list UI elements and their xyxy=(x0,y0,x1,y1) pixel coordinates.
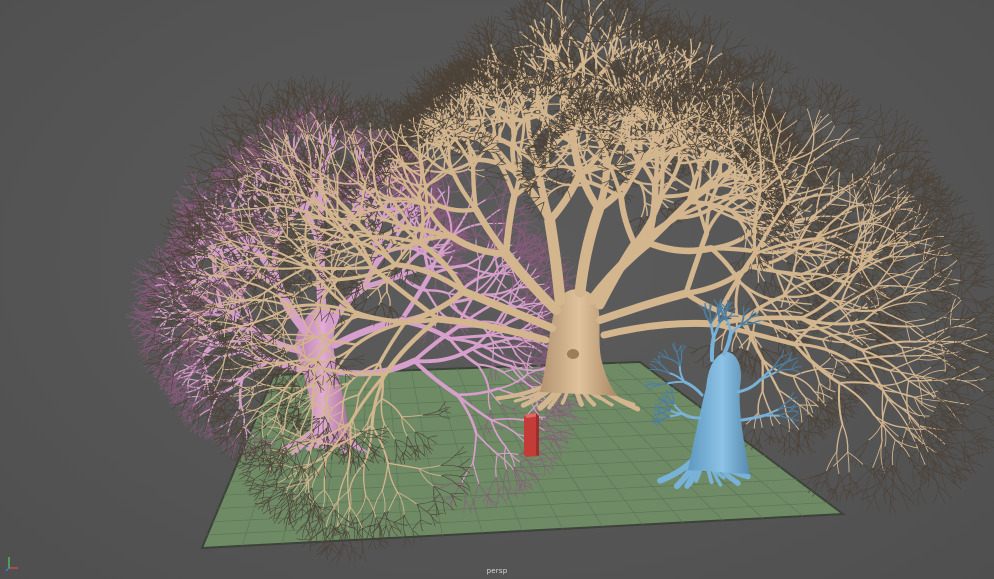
camera-name-label: persp xyxy=(486,567,508,575)
red-box[interactable] xyxy=(524,413,539,457)
axis-gizmo-icon xyxy=(5,557,18,572)
viewport-3d[interactable]: persp xyxy=(0,0,994,579)
scene-render[interactable] xyxy=(0,0,994,579)
